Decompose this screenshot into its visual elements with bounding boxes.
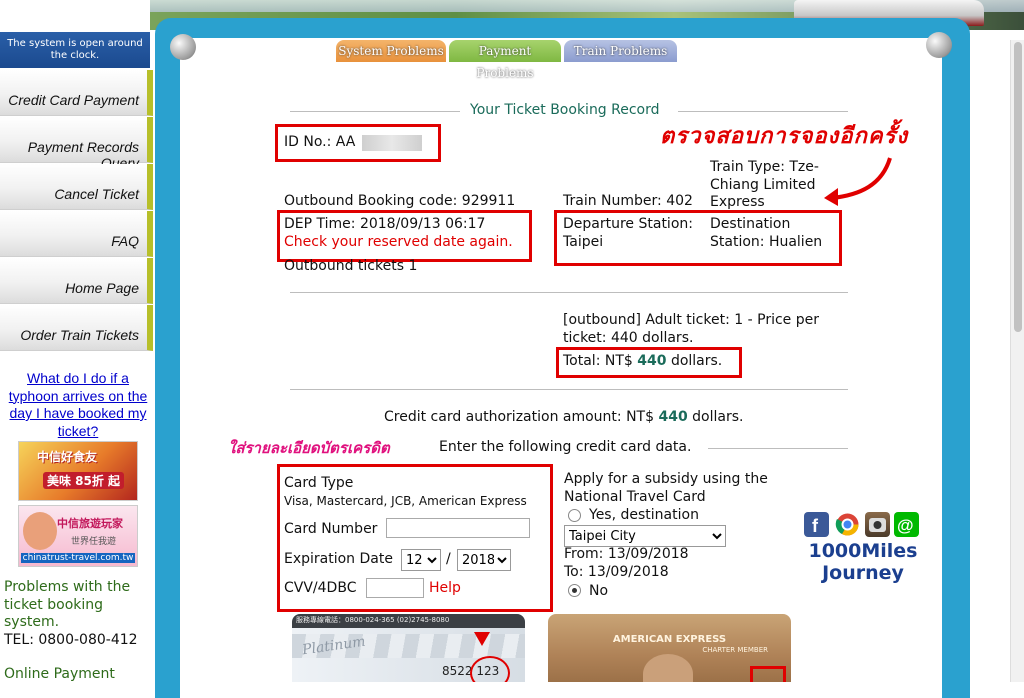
sidebar-item-cancel-ticket[interactable]: Cancel Ticket — [0, 164, 153, 210]
train-type: Train Type: Tze-Chiang Limited Express — [710, 159, 819, 210]
subsidy-yes-label: Yes, destination — [589, 507, 699, 523]
scrollbar-thumb[interactable] — [1014, 42, 1022, 332]
ad-travel-title: 中信旅遊玩家 — [57, 517, 123, 530]
divider — [678, 111, 848, 112]
auth-unit: dollars. — [692, 409, 744, 425]
sidebar-item-home-page[interactable]: Home Page — [0, 258, 153, 304]
subsidy-no-label: No — [589, 583, 609, 599]
cid-highlight-box — [750, 666, 786, 682]
cvv-highlight-circle — [470, 656, 510, 682]
departure-station: Departure Station: Taipei — [563, 216, 693, 250]
divider — [290, 292, 848, 293]
annotation-enter-card-details: ใส่รายละเอียดบัตรเครดิต — [228, 439, 390, 457]
ad-travel-url: chinatrust-travel.com.tw — [21, 553, 135, 563]
auth-label: Credit card authorization amount: NT$ — [384, 409, 655, 425]
ad-travel-photo — [23, 512, 57, 550]
brand-logo-1000miles-journey: 1000Miles Journey — [804, 540, 922, 584]
total-value: 440 — [637, 353, 667, 369]
expiration-year-select[interactable]: 2018 — [457, 549, 511, 571]
subsidy-no-radio[interactable] — [568, 584, 581, 597]
divider — [290, 111, 460, 112]
tab-payment-problems[interactable]: Payment Problems — [449, 40, 561, 80]
card2-brand: AMERICAN EXPRESS — [612, 634, 727, 645]
sidebar-item-faq[interactable]: FAQ — [0, 211, 153, 257]
cvv-label: CVV/4DBC — [284, 580, 357, 596]
subsidy-from-date: From: 13/09/2018 — [564, 546, 689, 562]
radio-selected-dot — [572, 588, 577, 593]
subsidy-heading: Apply for a subsidy using the National T… — [564, 471, 768, 505]
ad-banner-food[interactable]: 中信好食友 美味 85折 起 — [18, 441, 138, 501]
outbound-booking-code: Outbound Booking code: 929911 — [284, 193, 516, 209]
card-number-input[interactable] — [386, 518, 530, 538]
destination-station: Destination Station: Hualien — [710, 216, 823, 250]
ad-food-title: 中信好食友 — [37, 450, 98, 464]
ad-food-badge: 美味 85折 起 — [43, 472, 125, 489]
system-open-notice: The system is open around the clock. — [0, 32, 150, 68]
page-scrollbar[interactable] — [1010, 40, 1024, 682]
destination-city-select[interactable]: Taipei City — [564, 525, 726, 547]
support-info: Problems with the ticket booking system.… — [4, 579, 150, 649]
card2-sub: CHARTER MEMBER — [702, 646, 768, 654]
divider — [290, 389, 848, 390]
cvv-help-link[interactable]: Help — [429, 580, 461, 598]
price-line: [outbound] Adult ticket: 1 - Price per t… — [563, 312, 819, 346]
instagram-icon[interactable] — [865, 512, 890, 537]
annotation-check-booking: ตรวจสอบการจองอีกครั้ง — [660, 124, 909, 149]
expiration-month-select[interactable]: 12 — [401, 549, 441, 571]
authorization-amount-line: Credit card authorization amount: NT$ 44… — [384, 409, 743, 427]
line-icon[interactable]: @ — [894, 512, 919, 537]
cvv-input[interactable] — [366, 578, 424, 598]
id-number: ID No.: AA — [284, 134, 356, 150]
card-type-label: Card Type — [284, 475, 354, 491]
chrome-icon[interactable] — [835, 512, 860, 537]
total-amount-line: Total: NT$ 440 dollars. — [563, 353, 722, 371]
total-label: Total: NT$ — [563, 353, 633, 369]
typhoon-faq-link[interactable]: What do I do if a typhoon arrives on the… — [8, 370, 148, 440]
facebook-icon[interactable]: f — [804, 512, 829, 537]
expiration-separator: / — [446, 551, 451, 567]
divider — [708, 448, 848, 449]
support-problems-text: Problems with the ticket booking system. — [4, 579, 131, 630]
expiration-date-label: Expiration Date — [284, 551, 393, 567]
auth-value: 440 — [658, 409, 688, 425]
card1-phone: 服務專線電話：0800-024-365 (02)2745-8080 — [296, 616, 450, 624]
ad-travel-subtitle: 世界任我遊 — [71, 537, 117, 547]
ad-banner-travel[interactable]: 中信旅遊玩家 世界任我遊 chinatrust-travel.com.tw — [18, 505, 138, 567]
train-number: Train Number: 402 — [563, 193, 693, 209]
svg-text:f: f — [812, 516, 819, 536]
online-payment-label: Online Payment — [4, 666, 115, 682]
pin-icon — [170, 34, 196, 60]
booking-record-title: Your Ticket Booking Record — [470, 102, 660, 118]
enter-card-data-heading: Enter the following credit card data. — [439, 439, 692, 455]
card-number-label: Card Number — [284, 521, 378, 537]
support-phone: TEL: 0800-080-412 — [4, 631, 138, 648]
outbound-tickets: Outbound tickets 1 — [284, 258, 418, 274]
amex-centurion-icon — [643, 654, 693, 682]
svg-text:@: @ — [897, 516, 914, 535]
brand-line1: 1000Miles — [808, 540, 918, 562]
subsidy-to-date: To: 13/09/2018 — [564, 564, 669, 580]
amex-card-example-image: AMERICAN EXPRESS CHARTER MEMBER — [548, 614, 791, 682]
sidebar-item-payment-records-query[interactable]: Payment Records Query — [0, 117, 153, 171]
departure-time: DEP Time: 2018/09/13 06:17 — [284, 216, 486, 232]
sidebar-item-order-train-tickets[interactable]: Order Train Tickets — [0, 305, 153, 351]
sidebar-item-credit-card-payment[interactable]: Credit Card Payment — [0, 70, 153, 116]
redacted-id — [362, 135, 422, 151]
cvv-arrow-icon — [474, 632, 490, 646]
total-unit: dollars. — [670, 353, 723, 369]
pin-icon — [926, 32, 952, 58]
tab-system-problems[interactable]: System Problems — [336, 40, 446, 62]
card-types-list: Visa, Mastercard, JCB, American Express — [284, 494, 527, 508]
tab-train-problems[interactable]: Train Problems — [564, 40, 677, 62]
subsidy-yes-radio[interactable] — [568, 509, 581, 522]
card-back-example-image: 服務專線電話：0800-024-365 (02)2745-8080 Platin… — [292, 614, 525, 682]
brand-line2: Journey — [822, 562, 904, 584]
check-date-warning: Check your reserved date again. — [284, 234, 513, 250]
